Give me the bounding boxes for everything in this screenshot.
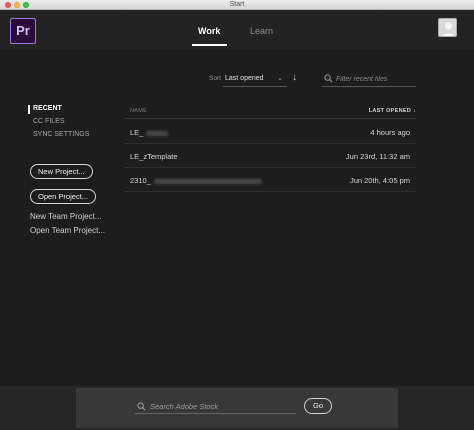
stock-search-input[interactable]: [150, 400, 293, 412]
file-name: LE_zTemplate: [130, 152, 178, 161]
file-last-opened: Jun 20th, 4:05 pm: [349, 176, 410, 185]
app-header: Pr Work Learn: [0, 10, 474, 50]
table-row[interactable]: 2310_ Jun 20th, 4:05 pm: [124, 168, 416, 192]
chevron-down-icon: ⌄: [277, 75, 283, 82]
arrow-down-icon[interactable]: ↓: [292, 72, 297, 83]
tab-learn[interactable]: Learn: [250, 26, 273, 36]
search-icon: [324, 74, 333, 83]
column-header-last-opened[interactable]: LAST OPENED ↓: [369, 108, 416, 114]
sidebar-item-cc-files[interactable]: CC FILES: [33, 118, 65, 125]
premiere-logo: Pr: [10, 18, 36, 44]
table-row[interactable]: LE_ 4 hours ago: [124, 120, 416, 144]
sidebar-active-indicator: [28, 105, 30, 114]
window-title: Start: [229, 1, 245, 8]
file-last-opened: 4 hours ago: [370, 128, 410, 137]
active-tab-indicator: [192, 44, 227, 46]
tab-work[interactable]: Work: [198, 26, 220, 36]
redacted-text: [153, 178, 262, 184]
open-team-project-link[interactable]: Open Team Project...: [30, 226, 105, 235]
sidebar-item-sync-settings[interactable]: SYNC SETTINGS: [33, 131, 89, 138]
sidebar-item-recent[interactable]: RECENT: [33, 105, 62, 112]
user-avatar-icon[interactable]: [438, 18, 457, 37]
file-last-opened: Jun 23rd, 11:32 am: [345, 152, 410, 161]
column-header-name[interactable]: NAME: [130, 108, 147, 114]
stock-search-field: [135, 398, 296, 414]
row-divider: [124, 191, 416, 192]
new-team-project-link[interactable]: New Team Project...: [30, 212, 101, 221]
sort-label: Sort: [209, 75, 221, 82]
open-project-button[interactable]: Open Project...: [30, 189, 97, 204]
file-name: 2310_: [130, 176, 151, 185]
filter-field: [322, 71, 416, 87]
window-titlebar: Start: [0, 0, 474, 10]
go-button[interactable]: Go: [304, 398, 332, 414]
new-project-button[interactable]: New Project...: [30, 164, 93, 179]
sort-select[interactable]: Last opened ⌄: [223, 71, 287, 87]
filter-recent-files-input[interactable]: [336, 72, 414, 86]
sort-select-value: Last opened: [225, 75, 264, 82]
table-row[interactable]: LE_zTemplate Jun 23rd, 11:32 am: [124, 144, 416, 168]
redacted-text: [146, 130, 169, 136]
table-header-divider: [124, 118, 416, 119]
search-icon: [137, 402, 146, 411]
file-name: LE_: [130, 128, 144, 137]
